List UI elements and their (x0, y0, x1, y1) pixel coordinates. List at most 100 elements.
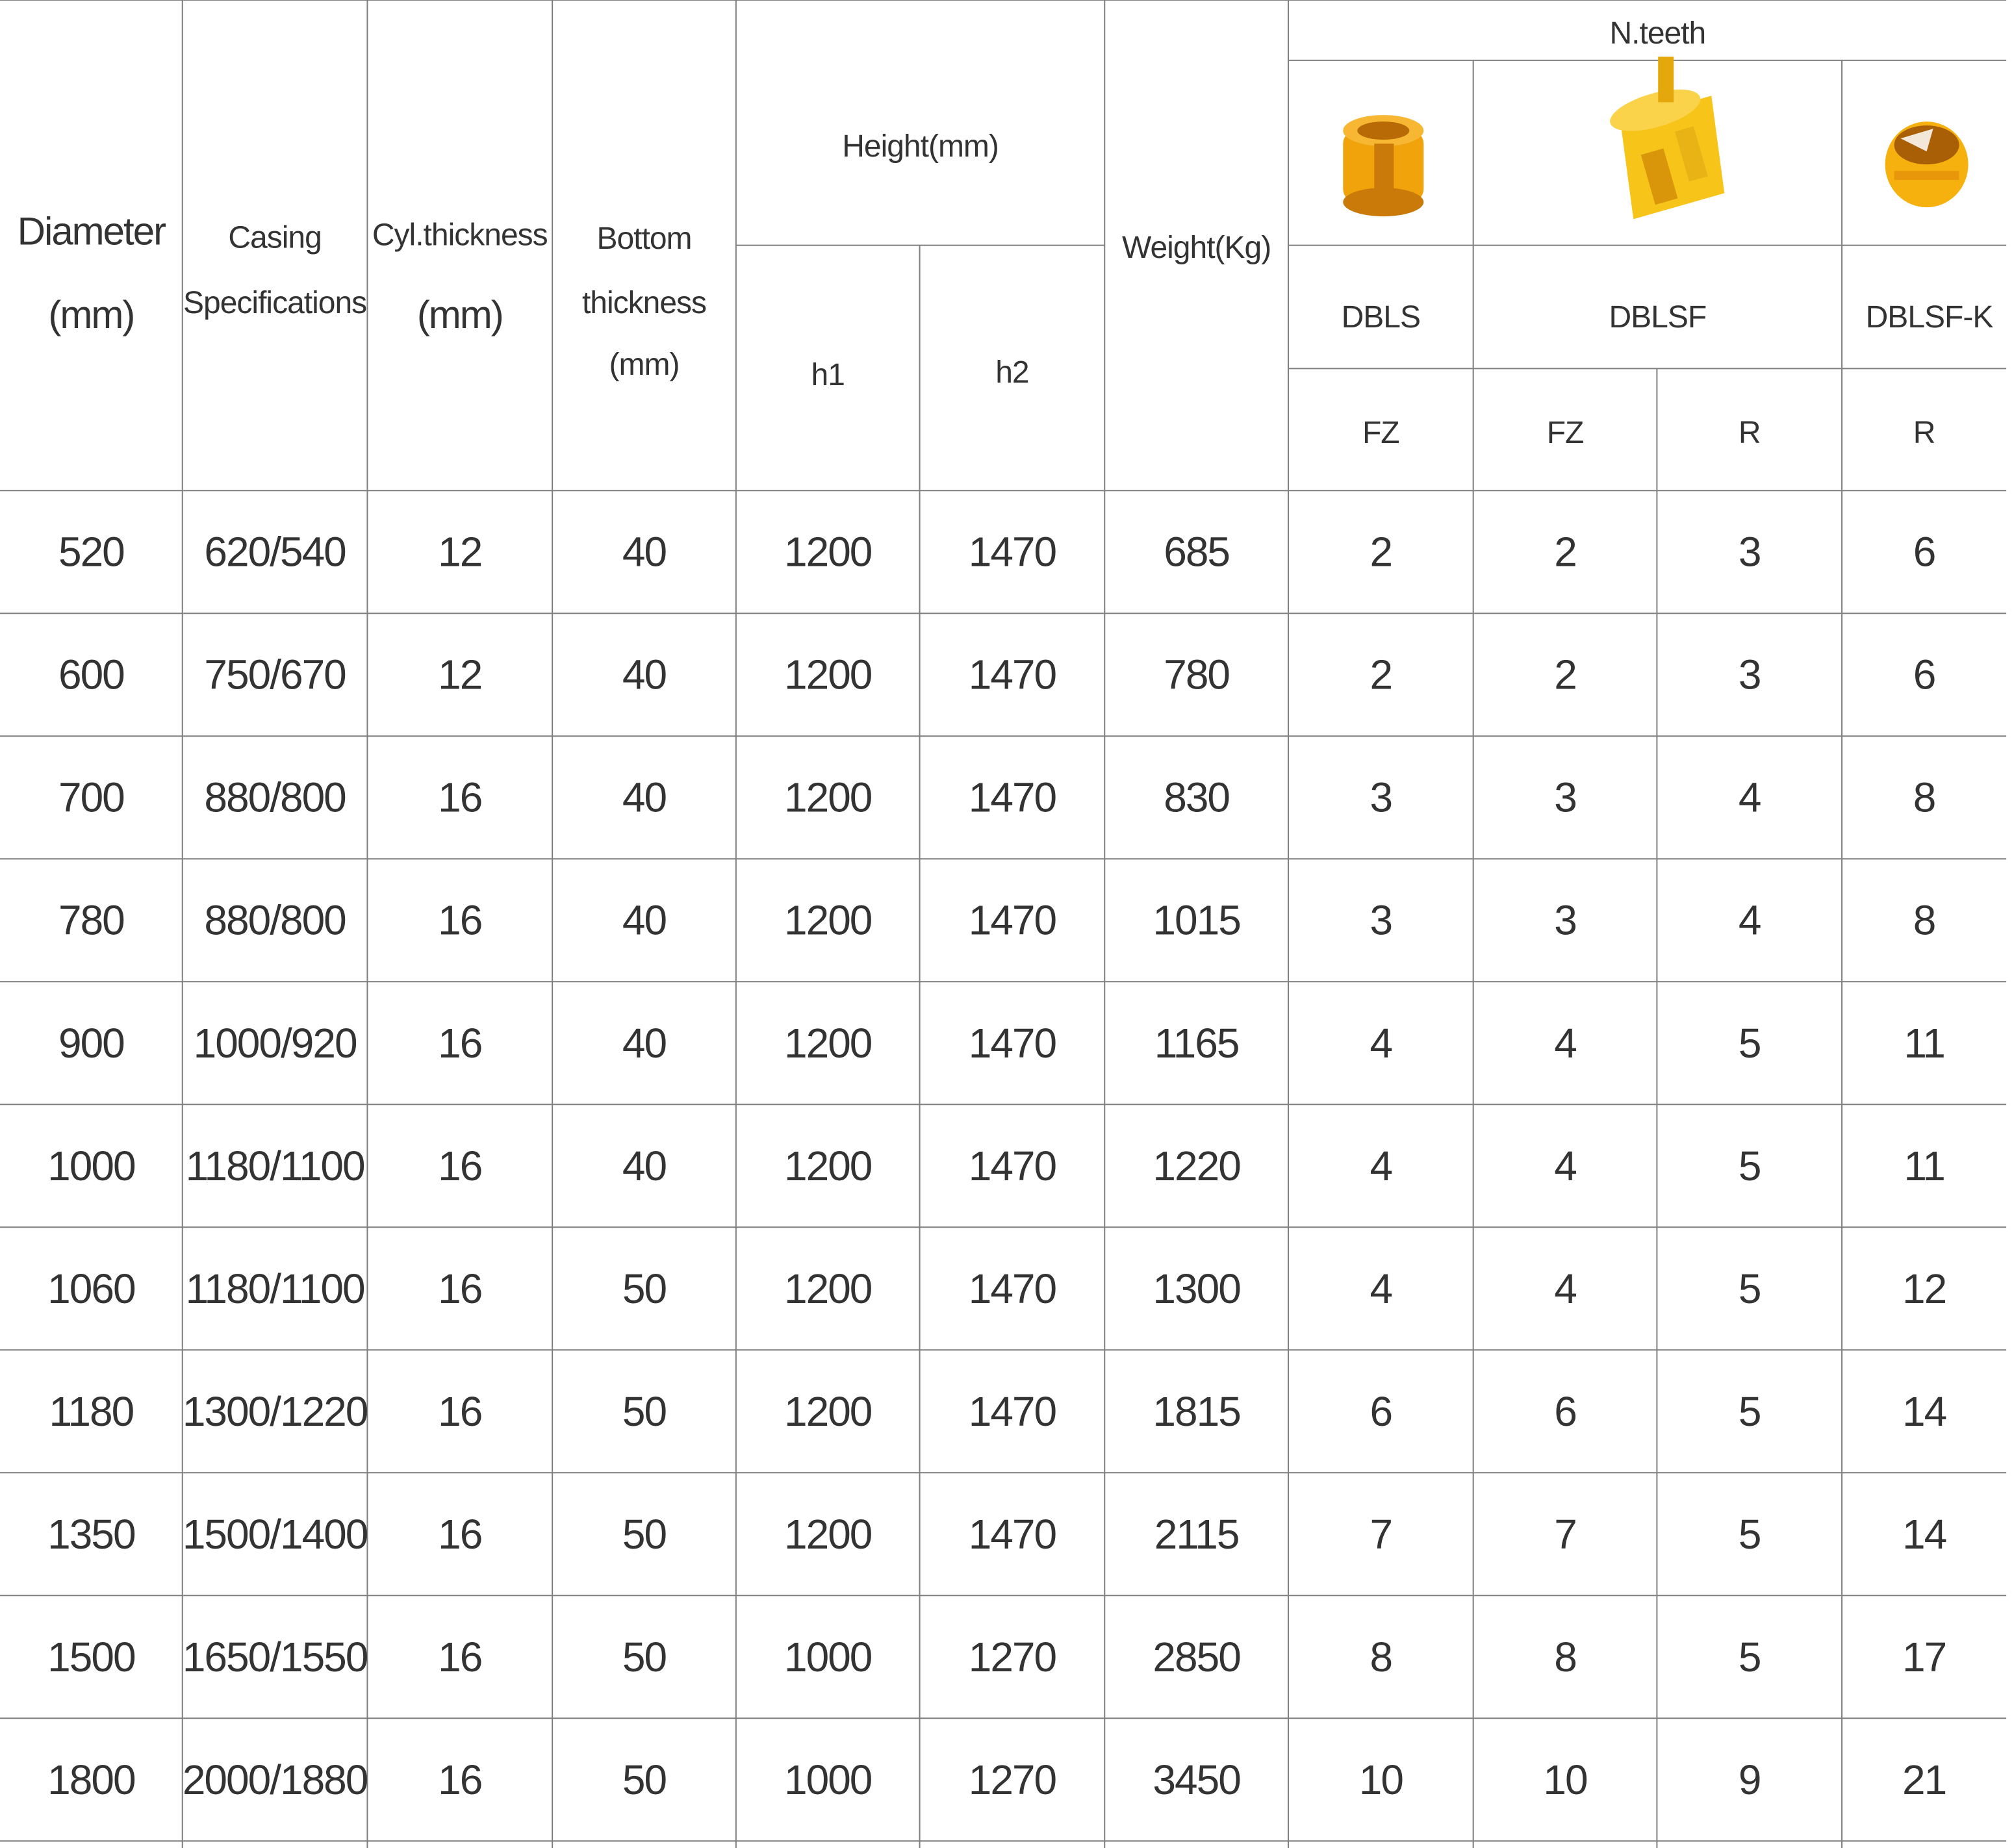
dbls-bucket-image (1343, 115, 1424, 217)
cell-weight: 1300 (1153, 1265, 1240, 1312)
cell-diameter: 1800 (47, 1756, 135, 1803)
cell-bottom-thickness: 50 (622, 1756, 667, 1803)
header-model-dbls: DBLS (1342, 300, 1420, 335)
cell-dblsf-fz: 3 (1554, 897, 1576, 944)
header-casing: Casing (228, 220, 321, 255)
cell-weight: 1220 (1153, 1143, 1240, 1189)
header-h2: h2 (995, 355, 1028, 390)
cell-dblsf-fz: 4 (1554, 1143, 1576, 1189)
cell-h2: 1470 (969, 897, 1056, 944)
table-row: 1800 2000/1880 16 50 1000 1270 3450 10 10 9 21 (47, 1756, 1947, 1803)
cell-dblsf-k-r: 14 (1902, 1388, 1946, 1435)
cell-h2: 1470 (969, 652, 1056, 698)
cell-bottom-thickness: 40 (622, 774, 667, 821)
cell-casing: 2000/1880 (183, 1756, 368, 1803)
cell-dblsf-fz: 2 (1554, 529, 1576, 576)
cell-diameter: 1500 (47, 1634, 135, 1680)
cell-h2: 1270 (969, 1756, 1056, 1803)
cell-weight: 2850 (1153, 1634, 1240, 1680)
cell-h1: 1200 (784, 774, 872, 821)
cell-weight: 830 (1164, 774, 1229, 821)
cell-h1: 1000 (784, 1756, 872, 1803)
cell-dblsf-r: 4 (1739, 897, 1761, 944)
cell-h2: 1470 (969, 1265, 1056, 1312)
header-teeth-dbls-fz: FZ (1362, 416, 1399, 450)
header-height: Height(mm) (842, 129, 999, 164)
cell-diameter: 600 (58, 652, 124, 698)
cell-h2: 1470 (969, 1143, 1056, 1189)
header-teeth-dblsf-fz: FZ (1547, 416, 1584, 450)
cell-cyl-thickness: 16 (438, 1511, 481, 1558)
cell-dblsf-r: 5 (1739, 1020, 1761, 1067)
header-teeth-dblsf-r: R (1739, 416, 1761, 450)
cell-diameter: 1180 (49, 1388, 134, 1435)
cell-dbls-fz: 2 (1370, 529, 1392, 576)
cell-h1: 1000 (784, 1634, 872, 1680)
table-body: 520 620/540 12 40 1200 1470 685 2 2 3 6 600 750/670 1… (47, 529, 1947, 1803)
table-row: 1500 1650/1550 16 50 1000 1270 2850 8 8 5 17 (47, 1634, 1947, 1680)
cell-diameter: 1000 (47, 1143, 135, 1189)
cell-dblsf-k-r: 6 (1913, 529, 1935, 576)
cell-dbls-fz: 8 (1370, 1634, 1392, 1680)
cell-weight: 1165 (1154, 1020, 1239, 1067)
cell-cyl-thickness: 16 (438, 897, 481, 944)
header-bottom-thickness: Bottom (596, 222, 691, 256)
table-header: Diameter (mm) Casing SpecificationsCyl.thic… (18, 16, 1995, 450)
cell-casing: 1500/1400 (183, 1511, 368, 1558)
cell-bottom-thickness: 50 (622, 1388, 667, 1435)
cell-dblsf-r: 5 (1739, 1388, 1761, 1435)
cell-dblsf-fz: 8 (1554, 1634, 1576, 1680)
cell-casing: 1180/1100 (186, 1143, 364, 1189)
cell-weight: 685 (1164, 529, 1229, 576)
cell-weight: 1815 (1153, 1388, 1240, 1435)
cell-casing: 1300/1220 (183, 1388, 368, 1435)
cell-bottom-thickness: 40 (622, 529, 667, 576)
cell-casing: 750/670 (204, 652, 346, 698)
cell-h1: 1200 (784, 1511, 872, 1558)
header-bottom-thickness-unit: (mm) (609, 348, 680, 382)
cell-h2: 1470 (969, 1020, 1056, 1067)
cell-dblsf-r: 3 (1739, 529, 1761, 576)
header-bottom-thickness-label: thickness (582, 286, 706, 320)
cell-bottom-thickness: 50 (622, 1511, 667, 1558)
cell-h1: 1200 (784, 897, 872, 944)
cell-weight: 3450 (1153, 1756, 1240, 1803)
header-images (1343, 57, 1969, 220)
cell-dblsf-k-r: 8 (1913, 897, 1935, 944)
cell-h2: 1470 (969, 1388, 1056, 1435)
table-row: 700 880/800 16 40 1200 1470 830 3 3 4 8 (58, 774, 1936, 821)
table-row: 1000 1180/1100 16 40 1200 1470 1220 4 4 5 11 (47, 1143, 1946, 1189)
cell-dblsf-r: 5 (1739, 1143, 1761, 1189)
cell-diameter: 700 (58, 774, 124, 821)
cell-dblsf-k-r: 14 (1902, 1511, 1946, 1558)
header-n-teeth: N.teeth (1609, 16, 1705, 51)
cell-cyl-thickness: 16 (438, 774, 481, 821)
header-diameter-unit: (mm) (48, 293, 134, 336)
cell-bottom-thickness: 40 (622, 1020, 667, 1067)
cell-cyl-thickness: 16 (438, 1756, 481, 1803)
cell-diameter: 520 (58, 529, 124, 576)
cell-dbls-fz: 7 (1370, 1511, 1392, 1558)
table-row: 900 1000/920 16 40 1200 1470 1165 4 4 5 11 (58, 1020, 1946, 1067)
cell-cyl-thickness: 12 (438, 652, 481, 698)
cell-casing: 620/540 (204, 529, 346, 576)
cell-dbls-fz: 2 (1370, 652, 1392, 698)
header-model-dblsf: DBLSF (1609, 300, 1707, 335)
cell-casing: 880/800 (204, 774, 346, 821)
cell-h2: 1270 (969, 1634, 1056, 1680)
header-teeth-dblsf-k-r: R (1913, 416, 1935, 450)
cell-h2: 1470 (969, 774, 1056, 821)
cell-dblsf-k-r: 11 (1904, 1143, 1944, 1189)
cell-casing: 880/800 (204, 897, 346, 944)
cell-dblsf-fz: 7 (1554, 1511, 1576, 1558)
cell-cyl-thickness: 12 (438, 529, 481, 576)
header-model-dblsf-k: DBLSF-K (1866, 300, 1994, 335)
cell-dblsf-r: 5 (1739, 1634, 1761, 1680)
cell-dblsf-r: 3 (1739, 652, 1761, 698)
cell-dblsf-r: 4 (1739, 774, 1761, 821)
cell-dbls-fz: 4 (1370, 1265, 1392, 1312)
cell-dblsf-fz: 3 (1554, 774, 1576, 821)
cell-diameter: 780 (58, 897, 124, 944)
cell-h1: 1200 (784, 1020, 872, 1067)
header-diameter: Diameter (18, 209, 166, 253)
